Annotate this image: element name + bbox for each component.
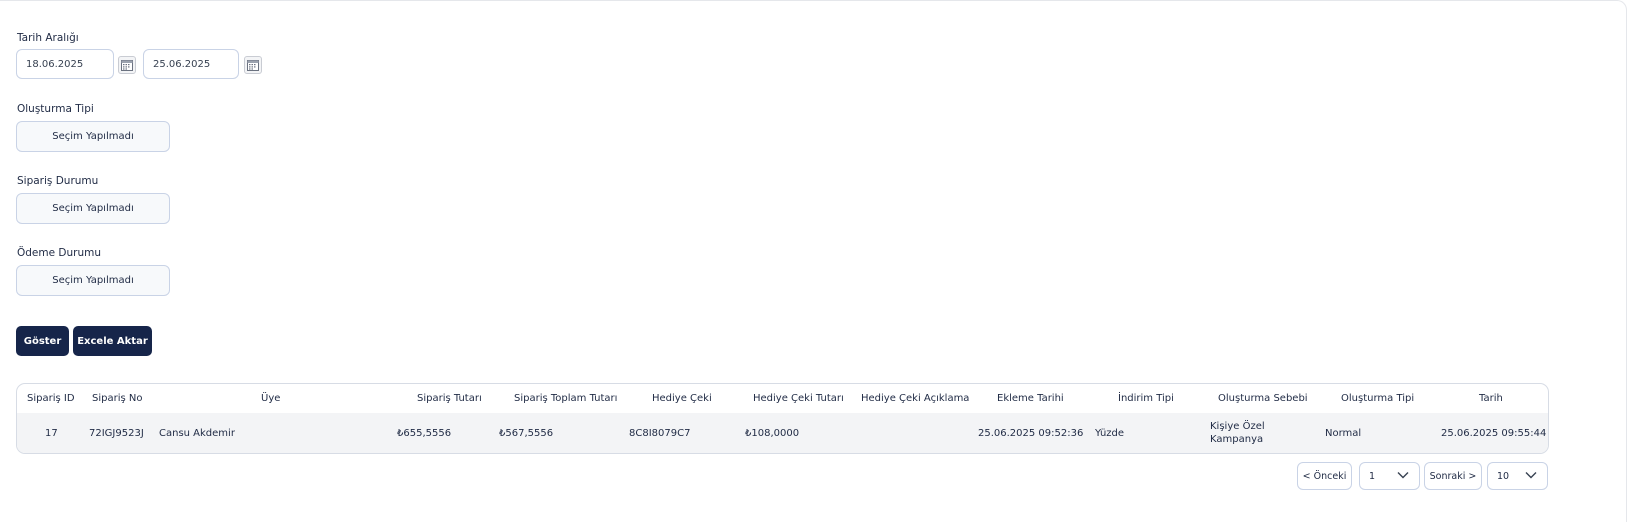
cell-date: 25.06.2025 09:55:44 <box>1441 428 1547 439</box>
export-excel-button[interactable]: Excele Aktar <box>73 326 152 356</box>
date-range-label: Tarih Aralığı <box>17 32 79 44</box>
calendar-icon <box>121 59 133 71</box>
show-button[interactable]: Göster <box>16 326 69 356</box>
cell-gift-card-amount: ₺108,0000 <box>745 428 800 439</box>
column-header: Hediye Çeki Açıklama <box>861 393 970 404</box>
page-select-value: 1 <box>1369 470 1376 482</box>
next-page-button[interactable]: Sonraki > <box>1424 462 1482 490</box>
order-status-label: Sipariş Durumu <box>17 175 99 187</box>
column-header: Üye <box>261 393 281 404</box>
column-header: İndirim Tipi <box>1118 393 1174 404</box>
column-header: Sipariş ID <box>27 393 75 404</box>
order-status-select[interactable]: Seçim Yapılmadı <box>16 193 170 224</box>
page-size-select[interactable]: 10 <box>1487 462 1548 490</box>
chevron-down-icon <box>1397 472 1409 479</box>
chevron-down-icon <box>1525 472 1537 479</box>
column-header: Hediye Çeki <box>652 393 712 404</box>
page-size-value: 10 <box>1497 470 1510 482</box>
cell-order-amount: ₺655,5556 <box>397 428 452 439</box>
column-header: Sipariş Toplam Tutarı <box>514 393 618 404</box>
column-header: Tarih <box>1479 393 1503 404</box>
start-date-calendar-button[interactable] <box>118 56 136 74</box>
cell-added-date: 25.06.2025 09:52:36 <box>978 428 1084 439</box>
end-date-input[interactable]: 25.06.2025 <box>143 49 239 79</box>
column-header: Sipariş No <box>92 393 143 404</box>
orders-table: Sipariş ID Sipariş No Üye Sipariş Tutarı… <box>16 383 1549 454</box>
calendar-icon <box>247 59 259 71</box>
column-header: Ekleme Tarihi <box>997 393 1064 404</box>
payment-status-select[interactable]: Seçim Yapılmadı <box>16 265 170 296</box>
cell-discount-type: Yüzde <box>1095 428 1125 439</box>
cell-order-total: ₺567,5556 <box>499 428 554 439</box>
report-panel: Tarih Aralığı 18.06.2025 25.06.2025 Oluş… <box>0 0 1627 522</box>
cell-reason-line1: Kişiye Özel <box>1210 421 1265 432</box>
start-date-input[interactable]: 18.06.2025 <box>16 49 114 79</box>
prev-page-button[interactable]: < Önceki <box>1297 462 1352 490</box>
column-header: Oluşturma Tipi <box>1341 393 1415 404</box>
creation-type-label: Oluşturma Tipi <box>17 103 94 115</box>
column-header: Oluşturma Sebebi <box>1218 393 1308 404</box>
cell-order-id: 17 <box>45 428 58 439</box>
cell-gift-card: 8C8I8079C7 <box>629 428 691 439</box>
cell-reason-line2: Kampanya <box>1210 434 1264 445</box>
cell-order-no: 72IGJ9523J <box>89 428 144 439</box>
page-select[interactable]: 1 <box>1359 462 1420 490</box>
column-header: Sipariş Tutarı <box>417 393 482 404</box>
payment-status-label: Ödeme Durumu <box>17 247 102 259</box>
cell-member: Cansu Akdemir <box>159 428 235 439</box>
creation-type-select[interactable]: Seçim Yapılmadı <box>16 121 170 152</box>
end-date-calendar-button[interactable] <box>244 56 262 74</box>
cell-creation-type: Normal <box>1325 428 1362 439</box>
column-header: Hediye Çeki Tutarı <box>753 393 844 404</box>
